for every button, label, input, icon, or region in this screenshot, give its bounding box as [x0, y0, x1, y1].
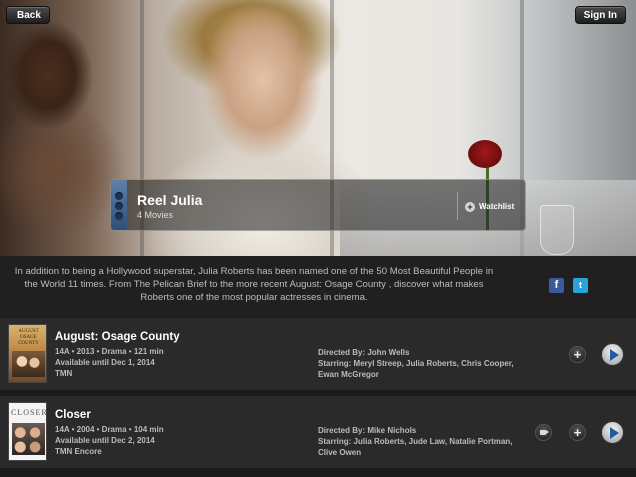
movie-title[interactable]: August: Osage County: [55, 331, 180, 343]
movie-channel: TMN: [55, 369, 73, 378]
twitter-icon[interactable]: t: [573, 278, 588, 293]
sign-in-button[interactable]: Sign In: [574, 6, 626, 24]
movie-director: Directed By: Mike Nichols: [318, 426, 417, 435]
movie-meta: 14A • 2004 • Drama • 104 min: [55, 425, 164, 434]
movie-availability: Available until Dec 1, 2014: [55, 358, 155, 367]
plus-icon: +: [465, 201, 475, 212]
description-section: In addition to being a Hollywood superst…: [0, 256, 636, 317]
add-to-watchlist-button[interactable]: +: [569, 424, 586, 441]
collection-accent-stripe: [111, 180, 127, 230]
poster-title: AUGUST OSAGE COUNTY: [18, 329, 39, 346]
glass-decoration: [540, 205, 574, 255]
hero-image: Back Sign In Reel Julia 4 Movies + Watchl…: [0, 0, 636, 256]
movie-channel: TMN Encore: [55, 447, 102, 456]
movie-availability: Available until Dec 2, 2014: [55, 436, 155, 445]
stripe-dot: [115, 192, 123, 200]
movie-starring: Starring: Julia Roberts, Jude Law, Natal…: [318, 437, 513, 457]
back-button[interactable]: Back: [6, 6, 50, 24]
movie-row[interactable]: CLOSER Closer 14A • 2004 • Drama • 104 m…: [0, 396, 636, 468]
play-icon[interactable]: [601, 343, 624, 366]
movie-meta: 14A • 2013 • Drama • 121 min: [55, 347, 164, 356]
collection-panel: Reel Julia 4 Movies + Watchlist: [110, 179, 526, 231]
collection-count: 4 Movies: [137, 210, 174, 220]
add-to-watchlist-button[interactable]: +: [569, 346, 586, 363]
movie-director: Directed By: John Wells: [318, 348, 410, 357]
collection-title: Reel Julia: [137, 192, 203, 208]
facebook-icon[interactable]: f: [549, 278, 564, 293]
poster-art: [12, 423, 45, 455]
stripe-dot: [115, 202, 123, 210]
rose-decoration: [468, 140, 502, 168]
play-icon[interactable]: [601, 421, 624, 444]
movie-title[interactable]: Closer: [55, 409, 91, 421]
poster-title: CLOSER: [11, 408, 47, 417]
movie-poster[interactable]: CLOSER: [8, 402, 47, 461]
stripe-dot: [115, 212, 123, 220]
movie-starring: Starring: Meryl Streep, Julia Roberts, C…: [318, 359, 514, 379]
collection-description: In addition to being a Hollywood superst…: [14, 266, 494, 303]
panel-divider: [457, 192, 458, 220]
movie-poster[interactable]: AUGUST OSAGE COUNTY: [8, 324, 47, 383]
camera-icon[interactable]: [535, 424, 552, 441]
watchlist-label: Watchlist: [479, 202, 515, 211]
poster-art: [12, 351, 45, 377]
watchlist-button[interactable]: + Watchlist: [465, 200, 514, 214]
movie-row[interactable]: AUGUST OSAGE COUNTY August: Osage County…: [0, 318, 636, 390]
